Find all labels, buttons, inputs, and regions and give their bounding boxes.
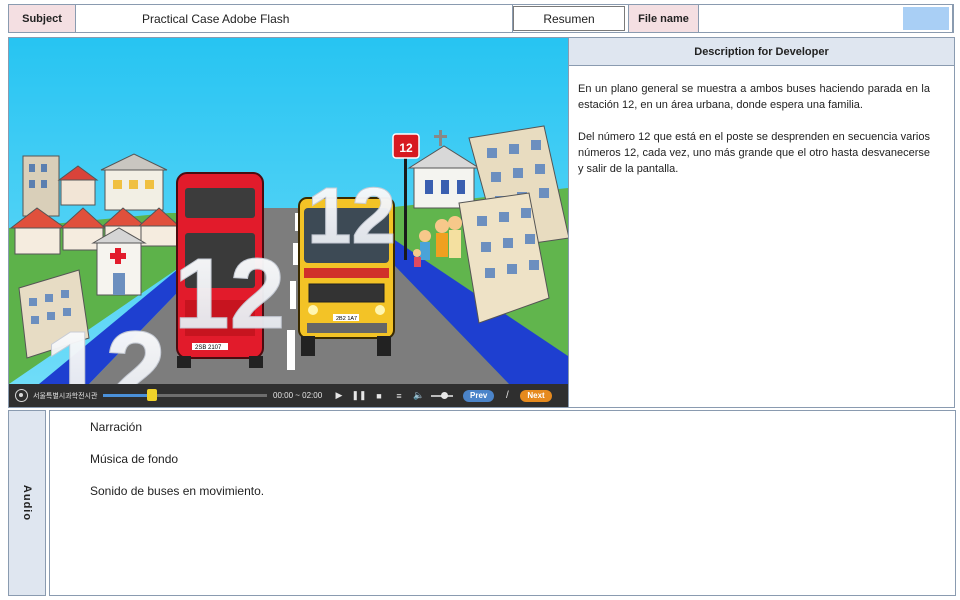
nav-separator: /: [505, 390, 509, 401]
play-icon: ▶: [335, 390, 343, 400]
floating-number-medium: 12: [174, 238, 285, 350]
museum-logo-icon: [9, 389, 33, 402]
volume-button[interactable]: 🔈: [409, 390, 429, 401]
menu-icon: ≡: [396, 390, 402, 401]
bus-stop-pole: [404, 156, 407, 260]
volume-slider[interactable]: [431, 391, 453, 399]
description-paragraph: En un plano general se muestra a ambos b…: [578, 83, 930, 111]
next-button[interactable]: Next: [520, 389, 552, 402]
play-button[interactable]: ▶: [329, 390, 349, 401]
description-paragraph: Del número 12 que está en el poste se de…: [578, 131, 930, 175]
player-org-name: 서울특별시과학전시관: [33, 392, 98, 400]
audio-list: Narración Música de fondo Sonido de buse…: [50, 411, 955, 499]
subject-value: Practical Case Adobe Flash: [76, 5, 513, 32]
progress-handle[interactable]: [147, 389, 158, 401]
pause-button[interactable]: ❚❚: [349, 390, 369, 401]
developer-description-panel: Description for Developer En un plano ge…: [569, 37, 955, 408]
hospital-building: [91, 227, 147, 296]
audio-item: Sonido de buses en movimiento.: [90, 484, 265, 498]
floating-number-small: 12: [307, 171, 396, 260]
file-color-swatch: [903, 7, 949, 30]
description-body: En un plano general se muestra a ambos b…: [569, 66, 954, 177]
lane-mark: [293, 243, 298, 265]
subject-label: Subject: [9, 5, 76, 32]
audio-content: Narración Música de fondo Sonido de buse…: [49, 410, 956, 596]
right-bus-plate: 2B2 1A7: [336, 316, 357, 322]
prev-button[interactable]: Prev: [463, 389, 495, 402]
lane-mark: [287, 330, 295, 370]
player-controls: 서울특별시과학전시관 00:00 ~ 02:00 ▶ ❚❚ ■ ≡ 🔈 Prev…: [9, 384, 568, 407]
stop-icon: ■: [376, 390, 382, 401]
menu-button[interactable]: ≡: [389, 391, 409, 401]
lane-mark: [290, 281, 296, 309]
scene-illustration: 2SB 2107 2B2 1A7 12 12 12 12: [9, 38, 568, 384]
storyboard-frame: 2SB 2107 2B2 1A7 12 12 12 12 서울특별시과학전시관 …: [8, 37, 569, 408]
bus-stop-sign-number: 12: [399, 141, 413, 155]
file-name-label: File name: [629, 5, 699, 32]
volume-icon: 🔈: [413, 390, 425, 400]
progress-track[interactable]: [103, 389, 267, 401]
audio-item: Música de fondo: [90, 452, 179, 466]
file-name-value: [699, 5, 953, 32]
floating-number-large: 12: [44, 309, 166, 384]
pause-icon: ❚❚: [351, 390, 367, 400]
header-bar: Subject Practical Case Adobe Flash Resum…: [8, 4, 954, 33]
progress-fill: [103, 394, 153, 397]
description-title: Description for Developer: [569, 38, 954, 66]
audio-item: Narración: [90, 420, 143, 434]
resumen-cell: Resumen: [513, 5, 629, 32]
audio-label: Audio: [21, 484, 33, 522]
resumen-button[interactable]: Resumen: [513, 6, 625, 31]
stop-button[interactable]: ■: [369, 391, 389, 401]
time-readout: 00:00 ~ 02:00: [273, 391, 323, 400]
audio-label-cell: Audio: [8, 410, 46, 596]
volume-handle[interactable]: [441, 391, 449, 399]
